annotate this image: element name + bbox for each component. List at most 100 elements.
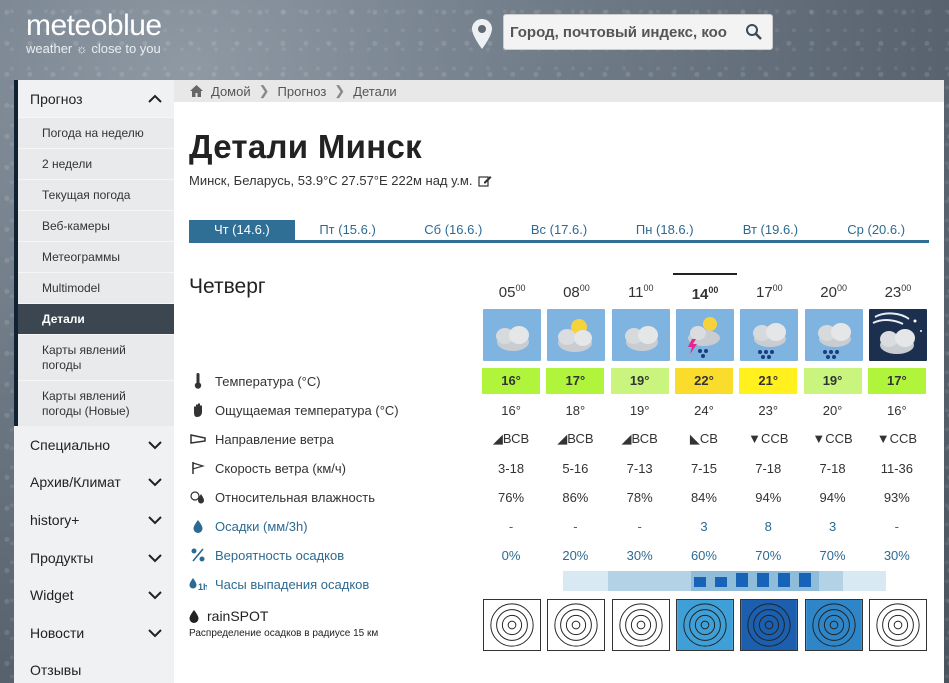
rainspot-icon[interactable] (740, 599, 799, 651)
humidity-value: 93% (883, 489, 910, 505)
edit-icon[interactable] (478, 174, 492, 187)
search-input[interactable] (504, 23, 740, 41)
precipitation-hours-label[interactable]: 1h Часы выпадения осадков (189, 577, 480, 592)
home-icon (190, 85, 203, 97)
felt-temperature-value: 16° (887, 402, 907, 418)
sidebar-subitem-weather-maps-new[interactable]: Карты явлений погоды (Новые) (18, 380, 174, 426)
hour-minutes: 00 (579, 283, 590, 293)
temperature-value-text: 17° (546, 368, 605, 394)
felt-temperature-row: Ощущаемая температура (°C) 16° 18° 19° 2… (189, 397, 929, 423)
chevron-down-icon (148, 441, 162, 450)
sidebar-item-label: Продукты (30, 549, 94, 566)
sidebar-item-feedback[interactable]: Отзывы (14, 651, 174, 683)
showers-icon (804, 309, 863, 361)
wind-direction-text: ССВ (825, 431, 853, 446)
precipitation-probability-value: 20% (562, 547, 589, 563)
hour-value: 17 (755, 284, 773, 301)
tab-tue[interactable]: Вт (19.6.) (718, 220, 824, 240)
humidity-value: 84% (690, 489, 717, 505)
temperature-value-text: 17° (867, 368, 926, 394)
sidebar-item-special[interactable]: Специально (14, 426, 174, 464)
rainspot-icon[interactable] (868, 599, 927, 651)
hour-headers: 0500 0800 1100 1400 1700 2000 2300 (480, 273, 930, 305)
flag-icon (189, 461, 207, 475)
precipitation-label-text: Осадки (мм/3h) (215, 518, 308, 534)
precip-hour-bar (778, 573, 790, 587)
precip-hour-bar (694, 577, 706, 587)
chevron-down-icon (148, 516, 162, 525)
wind-direction-text: ССВ (889, 431, 918, 446)
logo-brand: meteoblue (26, 9, 162, 42)
rainspot-icon[interactable] (547, 599, 606, 651)
precipitation-value: - (894, 518, 900, 534)
hour-minutes: 00 (643, 283, 654, 293)
sidebar-item-label: Архив/Климат (30, 474, 121, 491)
chevron-down-icon (148, 591, 162, 600)
tab-thu[interactable]: Чт (14.6.) (189, 220, 295, 240)
sidebar-item-history[interactable]: history+ (14, 501, 174, 539)
felt-temperature-values: 16° 18° 19° 24° 23° 20° 16° (479, 403, 929, 418)
rainspot-grid (480, 599, 930, 651)
hour-value: 11 (627, 284, 644, 301)
day-tabs: Чт (14.6.) Пт (15.6.) Сб (16.6.) Вс (17.… (189, 220, 929, 243)
tab-fri[interactable]: Пт (15.6.) (295, 220, 401, 240)
search-box (503, 14, 773, 50)
precip-hours-segment (608, 571, 691, 591)
thunderstorm-icon (675, 309, 734, 361)
temperature-value-text: 19° (803, 368, 862, 394)
precipitation-probability-label[interactable]: Вероятность осадков (189, 548, 479, 563)
raindrop-icon (189, 610, 199, 623)
wind-direction-value: ▼ССВ (736, 431, 800, 447)
wind-speed-value: 7-18 (755, 460, 782, 476)
sidebar-sections: Специально Архив/Климат history+ Продукт… (14, 426, 174, 683)
rainspot-title[interactable]: rainSPOT (189, 608, 378, 624)
tab-wed[interactable]: Ср (20.6.) (823, 220, 929, 240)
sidebar-subitem-details[interactable]: Детали (18, 303, 174, 334)
breadcrumb-separator-icon: ❯ (258, 83, 270, 98)
logo[interactable]: meteoblue weather ☼ close to you (26, 10, 162, 56)
precipitation-probability-value: 70% (755, 547, 782, 563)
search-icon[interactable] (740, 18, 768, 46)
sidebar-subitem-current[interactable]: Текущая погода (18, 179, 174, 210)
precipitation-value: - (573, 518, 578, 534)
hour-minutes: 00 (708, 285, 719, 295)
sidebar-subitem-meteograms[interactable]: Метеограммы (18, 241, 174, 272)
sidebar-subitem-weather-maps[interactable]: Карты явлений погоды (18, 334, 174, 380)
rainspot-icon[interactable] (483, 599, 542, 651)
precipitation-probability-values: 0% 20% 30% 60% 70% 70% 30% (479, 548, 929, 563)
precipitation-label[interactable]: Осадки (мм/3h) (189, 519, 479, 534)
location-text: Минск, Беларусь, 53.9°C 27.57°E 222м над… (189, 173, 473, 188)
breadcrumb-home[interactable]: Домой (211, 84, 251, 99)
hour-header: 0800 (544, 273, 608, 305)
sidebar-item-news[interactable]: Новости (14, 613, 174, 652)
rainspot-icon[interactable] (675, 599, 734, 651)
temperature-label-text: Температура (°C) (215, 373, 321, 389)
wind-direction-value: ▼ССВ (800, 431, 864, 447)
wind-arrow-icon: ▼ (876, 431, 890, 446)
tab-sun[interactable]: Вс (17.6.) (506, 220, 612, 240)
tab-sat[interactable]: Сб (16.6.) (400, 220, 506, 240)
thermometer-icon (189, 373, 207, 389)
sidebar-subitem-webcams[interactable]: Веб-камеры (18, 210, 174, 241)
percent-drops-icon (189, 548, 207, 562)
location-pin-icon[interactable] (471, 18, 493, 50)
raindrop-icon (189, 519, 207, 533)
tab-mon[interactable]: Пн (18.6.) (612, 220, 718, 240)
chevron-up-icon (148, 94, 162, 103)
sidebar-item-forecast[interactable]: Прогноз (18, 80, 174, 117)
rainspot-icon[interactable] (611, 599, 670, 651)
wind-speed-value: 7-18 (819, 460, 846, 476)
sidebar-subitem-14days[interactable]: 2 недели (18, 148, 174, 179)
sidebar-item-products[interactable]: Продукты (14, 538, 174, 577)
hour-minutes: 00 (515, 283, 526, 293)
sidebar-item-archive[interactable]: Архив/Климат (14, 463, 174, 502)
temperature-value-text: 22° (674, 368, 733, 394)
rainspot-icon[interactable] (804, 599, 863, 651)
breadcrumb-forecast[interactable]: Прогноз (278, 84, 327, 99)
wind-speed-value: 7-15 (690, 460, 717, 476)
temperature-value-text: 21° (739, 368, 798, 394)
sidebar-item-widget[interactable]: Widget (14, 576, 174, 614)
breadcrumb-details[interactable]: Детали (353, 84, 397, 99)
sidebar-subitem-multimodel[interactable]: Multimodel (18, 272, 174, 303)
sidebar-subitem-week[interactable]: Погода на неделю (18, 117, 174, 148)
